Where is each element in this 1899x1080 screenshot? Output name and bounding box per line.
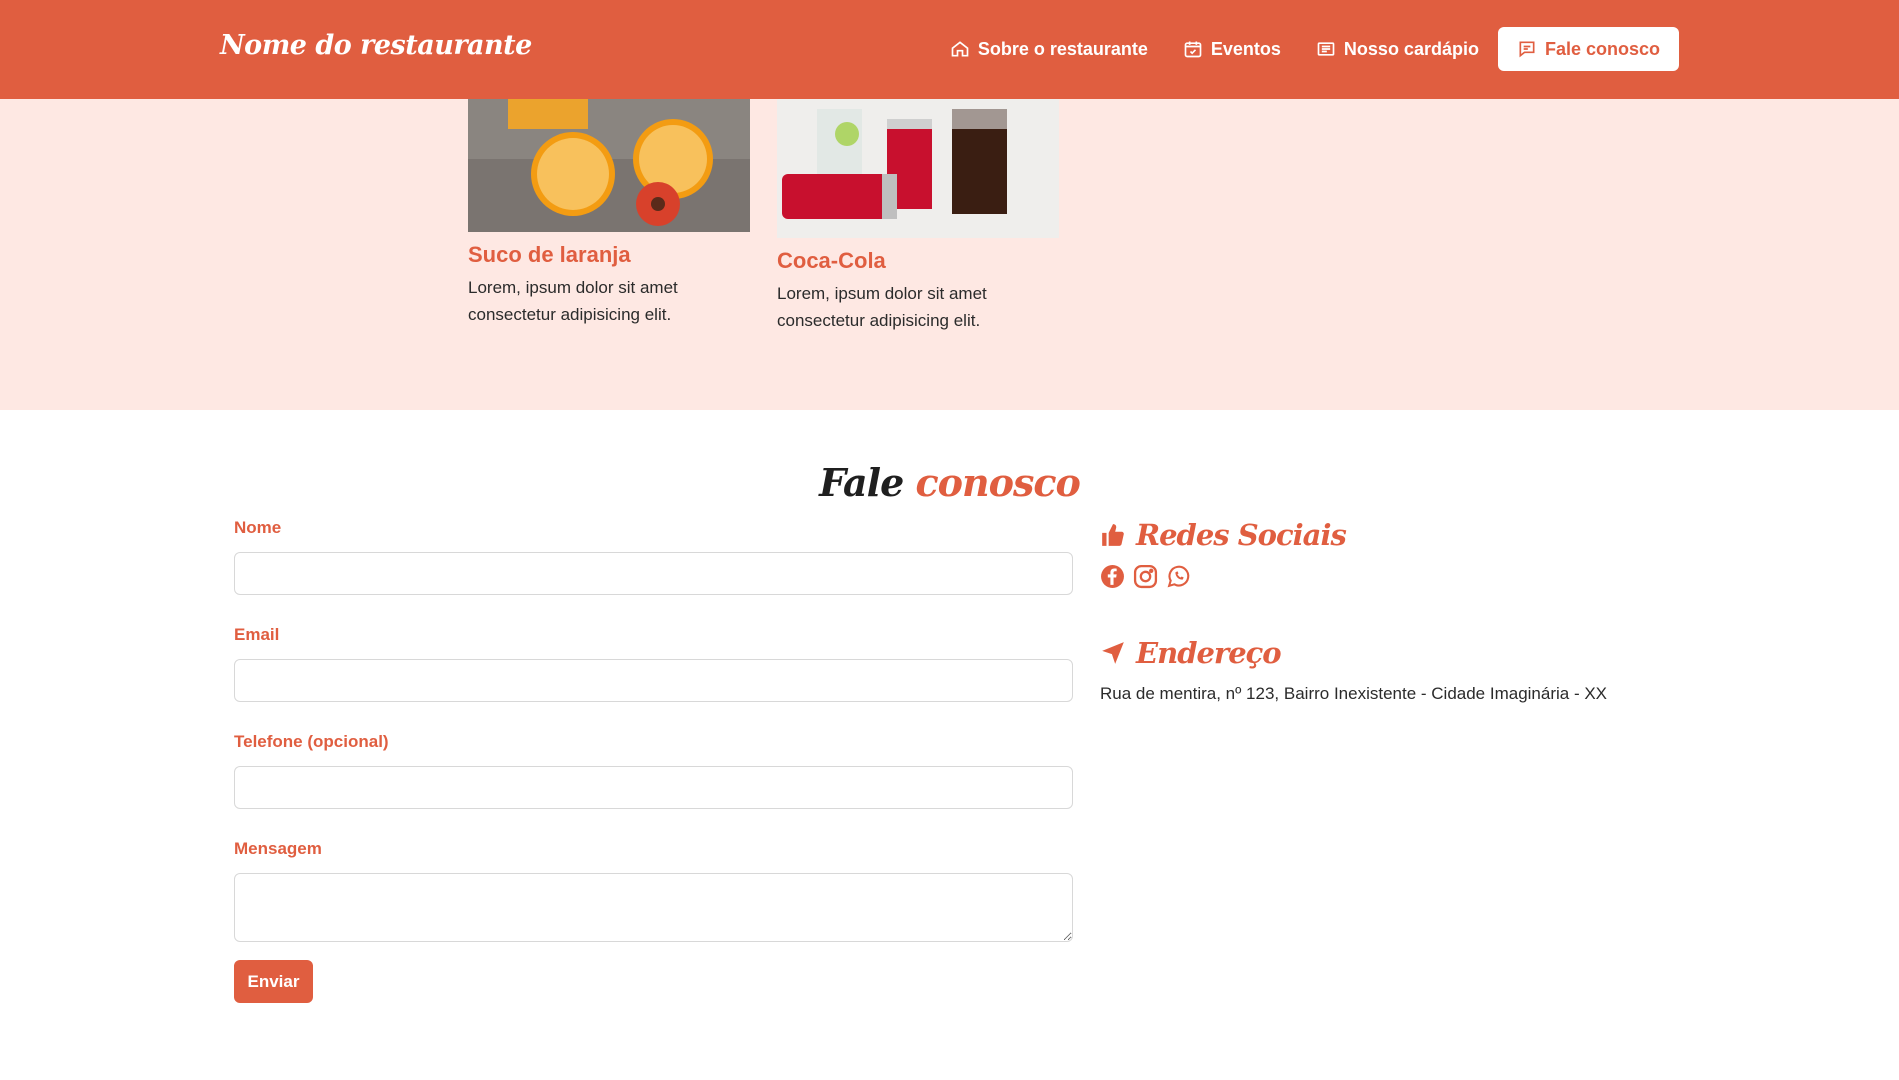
nav-item-sobre[interactable]: Sobre o restaurante [950,27,1148,71]
navbar: Nome do restaurante Sobre o restaurante … [0,0,1899,99]
home-icon [951,41,969,57]
title-part-2: conosco [915,460,1081,505]
address-text: Rua de mentira, nº 123, Bairro Inexisten… [1100,684,1608,703]
nav-item-label: Nosso cardápio [1343,38,1479,59]
whatsapp-icon[interactable] [1166,564,1191,589]
orange-juice-photo [468,99,750,232]
email-label: Email [234,625,280,644]
instagram-icon[interactable] [1133,564,1158,589]
nav-item-label: Sobre o restaurante [977,38,1148,59]
nav-item-label: Eventos [1210,38,1281,59]
drink-description: Lorem, ipsum dolor sit amet consectetur … [777,284,987,330]
email-field[interactable] [234,659,1073,702]
drink-card: Suco de laranja Lorem, ipsum dolor sit a… [468,99,750,328]
name-field[interactable] [234,552,1073,595]
drink-description: Lorem, ipsum dolor sit amet consectetur … [468,278,678,324]
phone-field[interactable] [234,766,1073,809]
social-icons [1100,564,1346,589]
social-title-text: Redes Sociais [1136,518,1347,552]
name-label: Nome [234,518,282,537]
drinks-section: Suco de laranja Lorem, ipsum dolor sit a… [0,99,1899,410]
social-block: Redes Sociais [1100,518,1347,589]
coca-cola-photo [777,99,1059,238]
message-field[interactable] [234,873,1073,942]
address-block: Endereço Rua de mentira, nº 123, Bairro … [1100,636,1607,704]
brand-logo[interactable]: Nome do restaurante [220,30,532,61]
drink-card: Coca-Cola Lorem, ipsum dolor sit amet co… [777,99,1059,334]
address-title: Endereço [1100,636,1607,670]
facebook-icon[interactable] [1100,564,1125,589]
location-arrow-icon [1102,642,1124,664]
title-part-1: Fale [819,460,904,505]
drink-title: Suco de laranja [468,242,631,267]
social-title: Redes Sociais [1100,518,1347,552]
nav-item-fale-conosco[interactable]: Fale conosco [1497,27,1679,71]
contact-section-title: Fale conosco [0,460,1899,505]
contact-form: Nome Email Telefone (opcional) Mensagem … [234,518,1073,1003]
thumbs-up-icon [1102,524,1124,546]
nav-item-cardapio[interactable]: Nosso cardápio [1316,27,1479,71]
nav-item-eventos[interactable]: Eventos [1183,27,1281,71]
message-label: Mensagem [234,839,322,858]
phone-label: Telefone (opcional) [234,732,389,751]
calendar-check-icon [1184,41,1202,58]
nav-item-label: Fale conosco [1544,38,1660,59]
address-title-text: Endereço [1136,636,1282,670]
submit-button[interactable]: Enviar [234,960,313,1003]
chat-icon [1519,41,1535,58]
menu-card-icon [1317,42,1335,56]
drink-title: Coca-Cola [777,248,886,273]
main-nav: Sobre o restaurante Eventos Nosso cardáp… [915,27,1679,71]
